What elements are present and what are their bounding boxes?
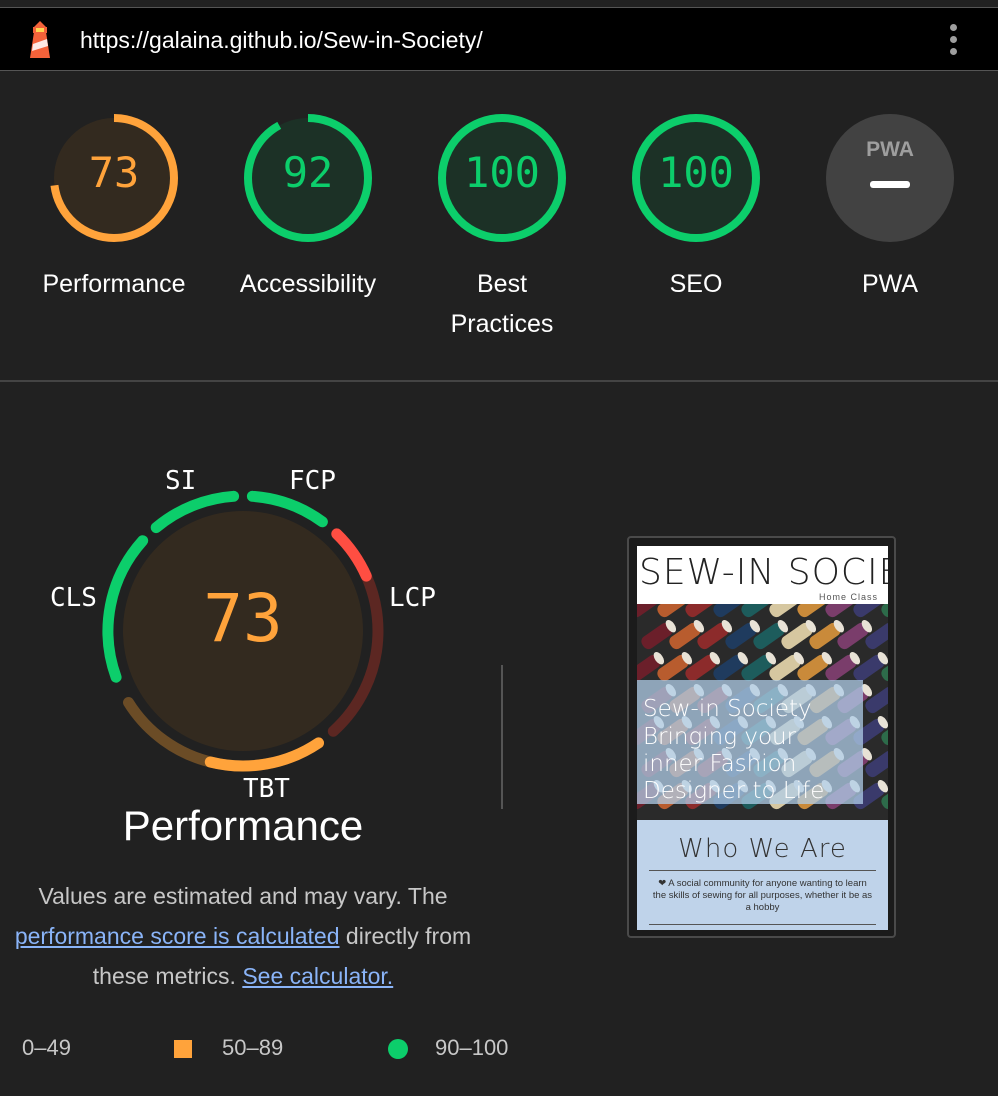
gauge-performance[interactable]: 73 Performance [24,112,204,304]
section-divider [0,380,998,382]
top-edge [0,0,998,7]
metric-label-fcp: FCP [289,466,336,496]
gauge-accessibility[interactable]: 92 Accessibility [218,112,398,304]
gauge-label: Performance [42,270,186,298]
performance-score: 73 [203,580,283,657]
report-url[interactable]: https://galaina.github.io/Sew-in-Society… [80,27,483,54]
gauge-score: 92 [282,148,334,197]
site-brand: SEW-IN SOCIETY [639,552,888,593]
gauge-pwa[interactable]: PWA PWA [800,112,980,304]
category-gauges: 73 Performance 92 Accessibility 100 Best… [0,72,998,382]
gauge-score: 73 [88,148,140,197]
circle-icon [388,1039,408,1059]
section-rule [649,870,876,871]
gauge-label: Best Practices [412,264,592,344]
report-url-bar: https://galaina.github.io/Sew-in-Society… [0,7,998,71]
gauge-best-practices[interactable]: 100 Best Practices [412,112,592,344]
performance-title: Performance [122,802,364,849]
hero-line-4: Designer to Life [643,778,825,804]
gauge-label: PWA [861,270,919,298]
score-calculated-link[interactable]: performance score is calculated [15,923,340,949]
desc-text-2: directly from [345,923,472,949]
square-icon [174,1040,192,1058]
who-we-are-section: Who We Are ❤ A social community for anyo… [637,820,888,930]
pwa-badge: PWA [826,114,954,242]
more-vert-icon[interactable] [944,22,964,58]
gauge-score: 100 [464,148,540,197]
site-hero-image: Sew-in Society Bringing your inner Fashi… [637,604,888,820]
performance-description: Values are estimated and may vary. The p… [0,876,486,996]
pwa-badge-text: PWA [866,138,914,161]
gauge-label: Accessibility [239,270,377,298]
metric-label-si: SI [165,466,197,496]
metric-label-tbt: TBT [243,774,290,804]
hero-line-2: Bringing your [643,724,797,750]
gauge-seo[interactable]: 100 SEO [606,112,786,304]
site-nav: Home Class [819,592,879,602]
vertical-separator [501,665,503,809]
legend-pass-text: 90–100 [435,1035,509,1060]
hero-line-1: Sew-in Society [643,696,812,722]
desc-text-3: these metrics. [92,963,236,989]
legend-fail-text: 0–49 [22,1035,71,1060]
gauge-score: 100 [658,148,734,197]
section-title: Who We Are [678,834,847,864]
gauge-label: SEO [669,270,723,298]
lighthouse-icon [30,21,50,58]
final-screenshot[interactable]: SEW-IN SOCIETY Home Class Sew-in Society… [627,536,896,938]
gauge-label-line2: Practices [450,310,554,338]
hero-text-box: Sew-in Society Bringing your inner Fashi… [637,680,863,804]
section-rule [649,924,876,925]
pwa-dash-icon [870,181,910,188]
hero-line-3: inner Fashion [643,751,797,777]
legend-average: 50–89 [174,1035,283,1061]
see-calculator-link[interactable]: See calculator. [242,963,393,989]
metric-label-cls: CLS [50,583,97,613]
legend-pass: 90–100 [388,1035,508,1061]
gauge-label-line1: Best [476,270,528,298]
legend-fail: 0–49 [22,1035,71,1061]
metric-label-lcp: LCP [389,583,436,613]
legend-average-text: 50–89 [222,1035,284,1060]
section-body: ❤ A social community for anyone wanting … [652,878,873,913]
screenshot-page: SEW-IN SOCIETY Home Class Sew-in Society… [637,546,888,930]
desc-text-1: Values are estimated and may vary. The [38,883,448,909]
site-header: SEW-IN SOCIETY Home Class [637,546,888,604]
